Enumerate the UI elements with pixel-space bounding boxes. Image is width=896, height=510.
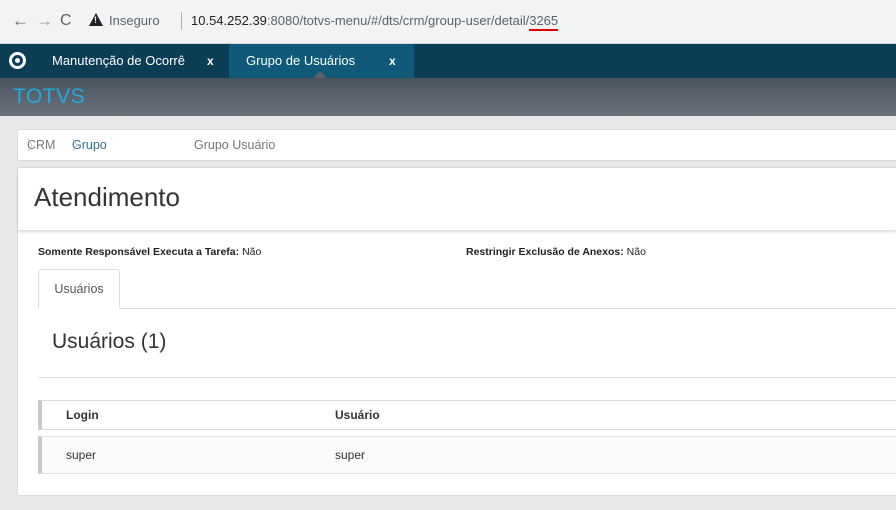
field-value: Não: [242, 246, 262, 258]
app-tab-bar: Manutenção de Ocorrê x Grupo de Usuários…: [0, 44, 896, 78]
tab-label: Grupo de Usuários: [246, 53, 356, 68]
breadcrumb: CRM 〉 Grupo de Usuários 〉 Grupo Usuário: [17, 129, 896, 214]
totvs-logo-icon[interactable]: [9, 52, 26, 69]
tab-underline: [38, 308, 896, 309]
tab-grupo-usuarios[interactable]: Grupo de Usuários x: [229, 44, 414, 78]
divider: [38, 377, 896, 378]
field-responsavel-executa: Somente Responsável Executa a Tarefa: Nã…: [38, 246, 261, 258]
field-label: Restringir Exclusão de Anexos:: [466, 246, 624, 258]
url-port: :8080: [266, 13, 300, 28]
back-arrow-icon[interactable]: ←: [12, 11, 29, 31]
cell-usuario: super: [335, 448, 366, 462]
cell-login: super: [66, 448, 97, 462]
warning-icon[interactable]: !: [89, 13, 103, 26]
url-host: 10.54.252.39: [191, 13, 267, 28]
table-row[interactable]: super super: [38, 436, 896, 474]
url-path: /totvs-menu/#/dts/crm/group-user/detail/: [299, 13, 530, 28]
chevron-right-icon: 〉: [27, 138, 41, 153]
page-title: Atendimento: [34, 182, 180, 212]
reload-icon[interactable]: C: [60, 11, 72, 31]
browser-address-bar: ← → C ! Inseguro 10.54.252.39:8080/totvs…: [0, 0, 896, 44]
field-value: Não: [626, 246, 646, 258]
table-header: Login Usuário: [38, 400, 896, 430]
security-label[interactable]: Inseguro: [109, 13, 160, 28]
breadcrumb-current: Grupo Usuário: [194, 138, 276, 152]
column-header-login[interactable]: Login: [66, 401, 99, 429]
close-tab-icon[interactable]: x: [207, 44, 214, 78]
url-id: 3265: [529, 13, 559, 31]
field-label: Somente Responsável Executa a Tarefa:: [38, 246, 240, 258]
url-field[interactable]: 10.54.252.39:8080/totvs-menu/#/dts/crm/g…: [191, 13, 559, 31]
detail-panel: Atendimento Somente Responsável Executa …: [17, 167, 896, 496]
tab-label: Manutenção de Ocorrê: [52, 53, 185, 68]
tab-manutencao-ocorrencia[interactable]: Manutenção de Ocorrê x: [38, 44, 228, 78]
forward-arrow-icon[interactable]: →: [36, 11, 53, 31]
chevron-right-icon: 〉: [72, 138, 86, 153]
title-box: Atendimento: [18, 168, 896, 230]
brand-header: TOTVS: [0, 78, 896, 116]
brand-logo: TOTVS: [13, 85, 86, 108]
column-header-usuario[interactable]: Usuário: [335, 401, 380, 429]
section-title: Usuários (1): [52, 330, 167, 353]
tab-usuarios[interactable]: Usuários: [38, 269, 120, 309]
close-tab-icon[interactable]: x: [389, 44, 396, 78]
divider: [181, 12, 182, 30]
field-restringir-exclusao: Restringir Exclusão de Anexos: Não: [466, 246, 646, 258]
